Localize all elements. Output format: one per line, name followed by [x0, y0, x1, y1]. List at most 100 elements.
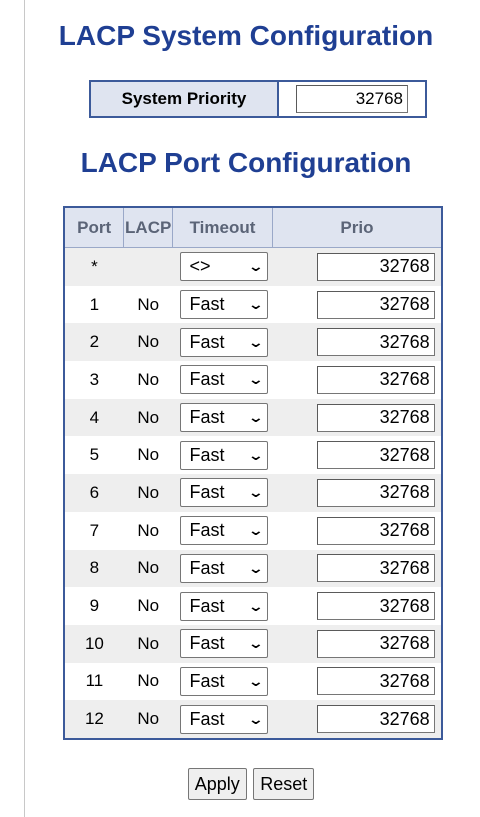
- lacp-status: No: [137, 294, 160, 314]
- timeout-select[interactable]: Fast ⌄: [180, 365, 269, 395]
- chevron-down-icon: ⌄: [247, 522, 264, 539]
- wildcard-row: * <> ⌄: [64, 247, 442, 286]
- timeout-value: Fast: [189, 444, 225, 465]
- prio-input[interactable]: [316, 478, 435, 507]
- timeout-select[interactable]: Fast ⌄: [180, 591, 269, 621]
- table-row: 10 No Fast ⌄: [64, 624, 442, 663]
- table-row: 7 No Fast ⌄: [64, 512, 442, 550]
- timeout-value: Fast: [189, 557, 225, 578]
- timeout-select[interactable]: Fast ⌄: [180, 440, 269, 470]
- timeout-value: Fast: [189, 331, 225, 352]
- timeout-select[interactable]: Fast ⌄: [180, 327, 269, 357]
- table-row: 8 No Fast ⌄: [64, 549, 442, 588]
- port-number: 3: [89, 369, 100, 389]
- chevron-down-icon: ⌄: [247, 333, 264, 350]
- port-number: 8: [64, 549, 124, 588]
- port-number: 6: [64, 474, 124, 512]
- wildcard-prio-input[interactable]: [316, 252, 435, 281]
- timeout-select[interactable]: Fast ⌄: [180, 629, 269, 659]
- timeout-value: Fast: [189, 407, 225, 428]
- chevron-down-icon: ⌄: [247, 258, 264, 275]
- timeout-select[interactable]: Fast ⌄: [180, 516, 269, 546]
- header-lacp: LACP: [123, 206, 174, 248]
- header-timeout: Timeout: [172, 206, 273, 248]
- prio-input[interactable]: [316, 328, 435, 357]
- table-row: 3 No Fast ⌄: [64, 361, 442, 399]
- port-number: 1: [89, 294, 100, 314]
- chevron-down-icon: ⌄: [247, 597, 264, 614]
- prio-input[interactable]: [316, 403, 435, 432]
- lacp-status: No: [123, 624, 173, 663]
- port-number: 5: [89, 445, 100, 465]
- lacp-status: No: [137, 596, 160, 616]
- timeout-value: Fast: [189, 520, 225, 541]
- timeout-value: Fast: [189, 633, 225, 654]
- table-row: 4 No Fast ⌄: [64, 398, 442, 437]
- chevron-down-icon: ⌄: [247, 446, 264, 463]
- table-row: 9 No Fast ⌄: [64, 587, 442, 625]
- prio-input[interactable]: [316, 667, 435, 696]
- button-row: Apply Reset: [0, 768, 480, 800]
- lacp-status: No: [137, 445, 160, 465]
- chevron-down-icon: ⌄: [247, 672, 264, 689]
- prio-input[interactable]: [316, 365, 435, 394]
- chevron-down-icon: ⌄: [247, 296, 264, 313]
- timeout-select[interactable]: Fast ⌄: [180, 478, 269, 508]
- prio-input[interactable]: [316, 290, 435, 319]
- wildcard-timeout-select[interactable]: <> ⌄: [180, 252, 269, 282]
- lacp-status: No: [123, 549, 173, 588]
- timeout-select[interactable]: Fast ⌄: [180, 553, 269, 583]
- table-row: 6 No Fast ⌄: [64, 474, 442, 512]
- system-priority-cell: [279, 82, 425, 116]
- port-config-table: Port LACP Timeout Prio * <> ⌄ 1NoFast⌄2N…: [63, 206, 443, 740]
- prio-input[interactable]: [316, 516, 435, 545]
- timeout-value: Fast: [189, 670, 225, 691]
- lacp-status: No: [137, 369, 160, 389]
- timeout-value: Fast: [189, 708, 225, 729]
- lacp-status: No: [123, 323, 173, 362]
- table-header-row: Port LACP Timeout Prio: [63, 206, 443, 248]
- lacp-status: No: [123, 474, 173, 512]
- port-number: 2: [64, 323, 124, 362]
- prio-input[interactable]: [316, 554, 435, 583]
- reset-button[interactable]: Reset: [253, 768, 315, 800]
- table-row: 1 No Fast ⌄: [64, 286, 442, 324]
- chevron-down-icon: ⌄: [247, 559, 264, 576]
- wildcard-timeout-value: <>: [189, 256, 211, 277]
- prio-input[interactable]: [316, 592, 435, 621]
- port-number: 10: [64, 624, 124, 663]
- system-priority-label: System Priority: [91, 82, 279, 116]
- port-number: 4: [64, 398, 124, 437]
- timeout-select[interactable]: Fast ⌄: [180, 704, 269, 734]
- timeout-value: Fast: [189, 294, 225, 315]
- table-row: 12 No Fast ⌄: [64, 700, 442, 739]
- prio-input[interactable]: [316, 705, 435, 734]
- timeout-value: Fast: [189, 482, 225, 503]
- chevron-down-icon: ⌄: [247, 484, 264, 501]
- table-row: 5 No Fast ⌄: [64, 436, 442, 474]
- system-priority-input[interactable]: [296, 85, 408, 113]
- system-config-title: LACP System Configuration: [58, 20, 434, 51]
- table-row: 2 No Fast ⌄: [64, 323, 442, 362]
- port-number: 9: [89, 596, 100, 616]
- lacp-status: No: [137, 671, 160, 691]
- timeout-select[interactable]: Fast ⌄: [180, 666, 269, 696]
- port-number: 11: [85, 671, 104, 691]
- port-number: 7: [89, 520, 100, 540]
- header-port: Port: [63, 206, 125, 248]
- port-config-title: LACP Port Configuration: [80, 147, 412, 178]
- apply-button[interactable]: Apply: [187, 768, 247, 800]
- chevron-down-icon: ⌄: [247, 635, 264, 652]
- header-prio: Prio: [271, 206, 443, 248]
- prio-input[interactable]: [316, 629, 435, 658]
- prio-input[interactable]: [316, 441, 435, 470]
- chevron-down-icon: ⌄: [247, 409, 264, 426]
- timeout-select[interactable]: Fast ⌄: [180, 290, 269, 320]
- timeout-select[interactable]: Fast ⌄: [180, 403, 269, 433]
- lacp-status: No: [137, 520, 160, 540]
- table-row: 11 No Fast ⌄: [64, 663, 442, 701]
- wildcard-port: *: [64, 247, 124, 286]
- lacp-status: No: [123, 700, 173, 739]
- system-priority-box: System Priority: [89, 80, 427, 118]
- chevron-down-icon: ⌄: [247, 371, 264, 388]
